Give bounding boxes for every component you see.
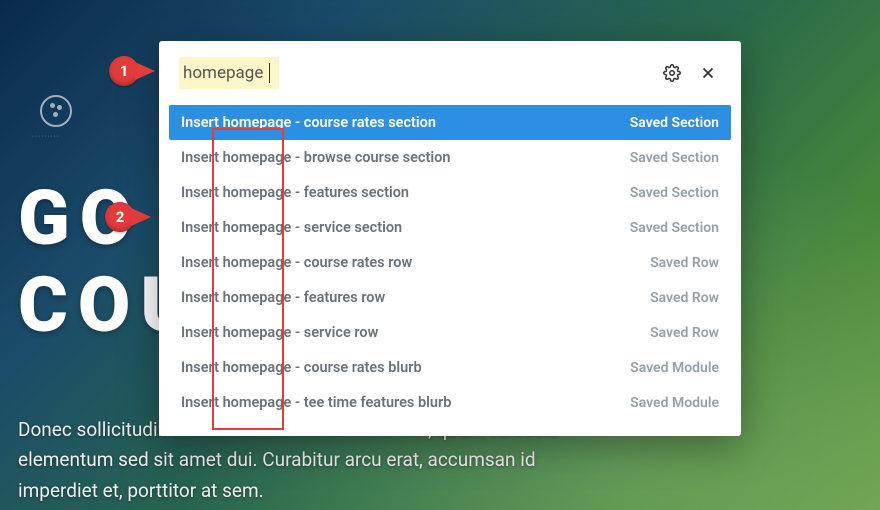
close-button[interactable]	[695, 60, 721, 86]
hero-title-line1: GO	[18, 173, 142, 263]
result-label: Insert homepage - service row	[181, 324, 378, 341]
module-handle-label: ·········	[32, 132, 60, 141]
result-label: Insert homepage - browse course section	[181, 149, 450, 166]
result-label: Insert homepage - features section	[181, 184, 409, 201]
result-tag: Saved Row	[650, 290, 719, 306]
result-label: Insert homepage - tee time features blur…	[181, 394, 451, 411]
result-tag: Saved Row	[650, 325, 719, 341]
result-row[interactable]: Insert homepage - service row Saved Row	[169, 315, 731, 350]
result-tag: Saved Section	[630, 185, 719, 201]
result-tag: Saved Module	[630, 395, 719, 411]
gear-icon	[663, 64, 681, 82]
result-row[interactable]: Insert homepage - course rates row Saved …	[169, 245, 731, 280]
result-row[interactable]: Insert homepage - course rates blurb Save…	[169, 350, 731, 385]
close-icon	[699, 64, 717, 82]
settings-button[interactable]	[659, 60, 685, 86]
result-tag: Saved Row	[650, 255, 719, 271]
result-row[interactable]: Insert homepage - service section Saved S…	[169, 210, 731, 245]
result-tag: Saved Section	[630, 220, 719, 236]
result-row[interactable]: Insert homepage - features section Saved …	[169, 175, 731, 210]
search-wrap	[179, 57, 649, 89]
text-caret	[269, 63, 270, 83]
result-row[interactable]: Insert homepage - browse course section S…	[169, 140, 731, 175]
search-input[interactable]	[179, 57, 279, 89]
result-tag: Saved Section	[630, 115, 719, 131]
panel-header	[159, 41, 741, 105]
result-row[interactable]: Insert homepage - features row Saved Row	[169, 280, 731, 315]
results-list: Insert homepage - course rates section Sa…	[159, 105, 741, 436]
result-label: Insert homepage - course rates row	[181, 254, 412, 271]
result-row[interactable]: Insert homepage - tee time features blur…	[169, 385, 731, 420]
result-row[interactable]: Insert homepage - course rates section Sa…	[169, 105, 731, 140]
result-tag: Saved Section	[630, 150, 719, 166]
result-tag: Saved Module	[630, 360, 719, 376]
module-handle-icon[interactable]	[40, 95, 72, 127]
result-label: Insert homepage - course rates blurb	[181, 359, 422, 376]
result-label: Insert homepage - service section	[181, 219, 402, 236]
quick-actions-panel: Insert homepage - course rates section Sa…	[159, 41, 741, 436]
result-label: Insert homepage - features row	[181, 289, 385, 306]
result-label: Insert homepage - course rates section	[181, 114, 436, 131]
